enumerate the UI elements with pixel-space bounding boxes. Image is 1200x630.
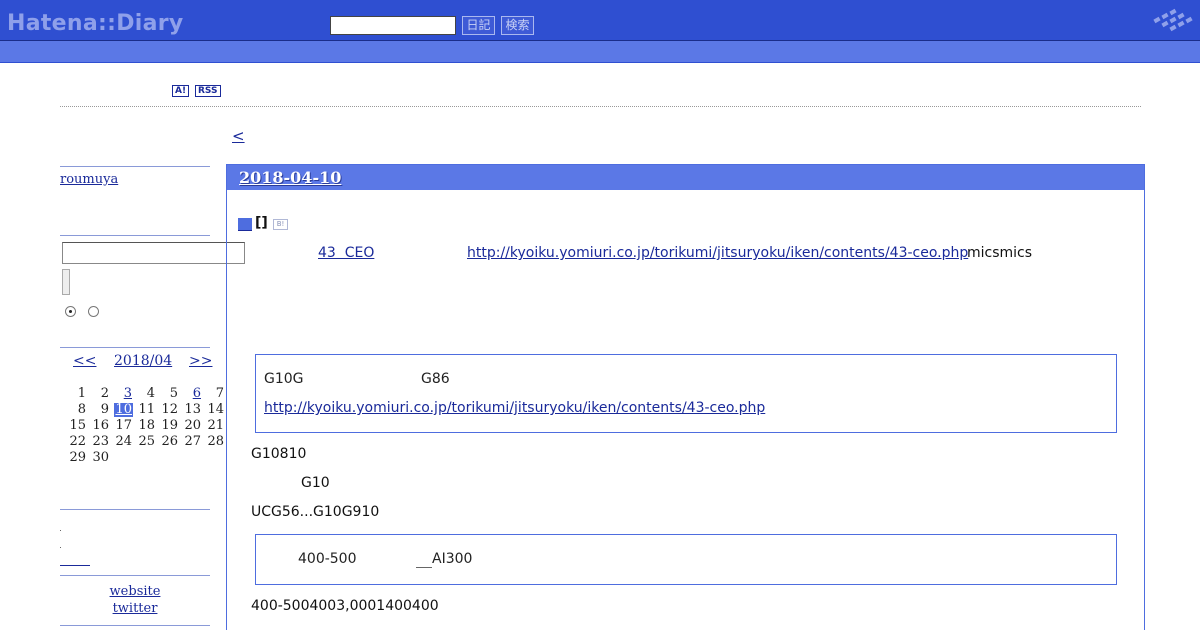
calendar-day: 29	[69, 449, 86, 465]
website-link[interactable]: website	[60, 584, 210, 599]
paragraph: UCG56...G10G910	[251, 504, 380, 520]
search-button[interactable]: 検索	[501, 16, 534, 35]
calendar-day: 28	[207, 433, 224, 449]
calendar-day: 25	[138, 433, 155, 449]
header-divider	[60, 106, 1141, 107]
calendar-day: 23	[92, 433, 109, 449]
sidebar-divider	[60, 509, 210, 510]
sub-bar	[0, 41, 1200, 63]
calendar-day: 4	[146, 385, 155, 401]
calendar-day: 7	[215, 385, 224, 401]
calendar-day: 27	[184, 433, 201, 449]
quote-text: 400-500	[298, 551, 357, 567]
paragraph: G10	[301, 475, 330, 491]
calendar-week: 22 23 24 25 26 27 28	[64, 433, 225, 449]
calendar-day[interactable]: 6	[179, 385, 202, 401]
hatena-diary-logo[interactable]: Hatena::Diary	[7, 11, 184, 36]
calendar-day: 12	[161, 401, 178, 417]
sidebar-divider	[60, 625, 210, 626]
section-anchor-icon[interactable]	[238, 218, 252, 231]
sidebar-search-button[interactable]	[62, 269, 70, 295]
calendar-day: 2	[100, 385, 109, 401]
section-source-url[interactable]: http://kyoiku.yomiuri.co.jp/torikumi/jit…	[467, 245, 968, 261]
section-title-suffix: micsmics	[967, 245, 1033, 261]
quote-text: AI300	[432, 551, 473, 567]
antenna-badge[interactable]: A!	[172, 85, 190, 97]
calendar-day: 15	[69, 417, 86, 433]
calendar-day-link[interactable]: 6	[193, 386, 201, 401]
calendar-day: 1	[77, 385, 86, 401]
sidebar-stub	[60, 547, 61, 548]
sidebar-search-input[interactable]	[62, 242, 245, 264]
blockquote: G10G G86 http://kyoiku.yomiuri.co.jp/tor…	[255, 354, 1117, 433]
quote-text: G10G	[264, 371, 304, 387]
calendar-day: 5	[169, 385, 178, 401]
paragraph: 400-5004003,0001400400	[251, 598, 439, 614]
sidebar-link-stub[interactable]	[60, 565, 90, 566]
blockquote: 400-500 AI300	[255, 534, 1117, 585]
paragraph: G10810	[251, 446, 307, 462]
calendar-week: 8 9 10 11 12 13 14	[64, 401, 225, 417]
calendar-day: 26	[161, 433, 178, 449]
top-bar: Hatena::Diary 日記 検索	[0, 0, 1200, 41]
calendar-day: 11	[138, 401, 155, 417]
calendar-next-month[interactable]: >>	[189, 353, 212, 369]
sidebar-divider	[60, 235, 210, 236]
search-scope-radio-1[interactable]	[65, 306, 76, 317]
bookmark-icon[interactable]: B!	[273, 219, 288, 230]
calendar-day: 19	[161, 417, 178, 433]
calendar-day: 16	[92, 417, 109, 433]
calendar-day: 14	[207, 401, 224, 417]
calendar-month[interactable]: 2018/04	[114, 353, 172, 369]
calendar-week: 29 30	[64, 449, 225, 465]
calendar-day: 9	[100, 401, 109, 417]
sidebar-divider	[60, 347, 210, 348]
diary-day-panel: 2018-04-10 [] B! 43 CEO http://kyoiku.yo…	[226, 164, 1145, 630]
header-search-input[interactable]	[330, 16, 456, 35]
calendar-week: 1234567	[64, 385, 225, 401]
section-category-bracket: []	[255, 215, 268, 231]
calendar-day: 17	[115, 417, 132, 433]
calendar-day: 8	[77, 401, 86, 417]
calendar-week: 15 16 17 18 19 20 21	[64, 417, 225, 433]
section-title-link[interactable]: 43 CEO	[318, 245, 374, 261]
quote-underline-gap	[416, 551, 432, 568]
calendar-day: 13	[184, 401, 201, 417]
quote-source-link[interactable]: http://kyoiku.yomiuri.co.jp/torikumi/jit…	[264, 400, 765, 416]
calendar-day: 20	[184, 417, 201, 433]
calendar-day-today[interactable]: 10	[114, 402, 133, 417]
search-scope-radio-2[interactable]	[88, 306, 99, 317]
calendar-day[interactable]: 3	[110, 385, 133, 401]
calendar: 1 2 3 4 5 6 7 8 9 10 11 12 13 14 15 16 17 18 19 20 21 22 23 24 2…	[64, 385, 225, 465]
sidebar-divider	[60, 575, 210, 576]
calendar-day: 30	[92, 449, 109, 465]
calendar-day[interactable]: 10	[110, 401, 133, 417]
user-link[interactable]: roumuya	[60, 172, 118, 187]
calendar-day: 22	[69, 433, 86, 449]
hatena-grid-icon[interactable]	[1150, 8, 1196, 36]
day-date-link[interactable]: 2018-04-10	[239, 168, 341, 187]
calendar-day-link[interactable]: 3	[124, 386, 132, 401]
sidebar-divider	[60, 166, 210, 167]
calendar-day: 18	[138, 417, 155, 433]
rss-badge[interactable]: RSS	[195, 85, 221, 97]
prev-day-link[interactable]: <	[232, 127, 245, 145]
calendar-prev-month[interactable]: <<	[73, 353, 96, 369]
calendar-day: 24	[115, 433, 132, 449]
calendar-day: 21	[207, 417, 224, 433]
day-header: 2018-04-10	[227, 165, 1144, 190]
quote-text: G86	[421, 371, 450, 387]
twitter-link[interactable]: twitter	[60, 601, 210, 616]
diary-search-button[interactable]: 日記	[462, 16, 495, 35]
sidebar-stub	[60, 530, 61, 531]
